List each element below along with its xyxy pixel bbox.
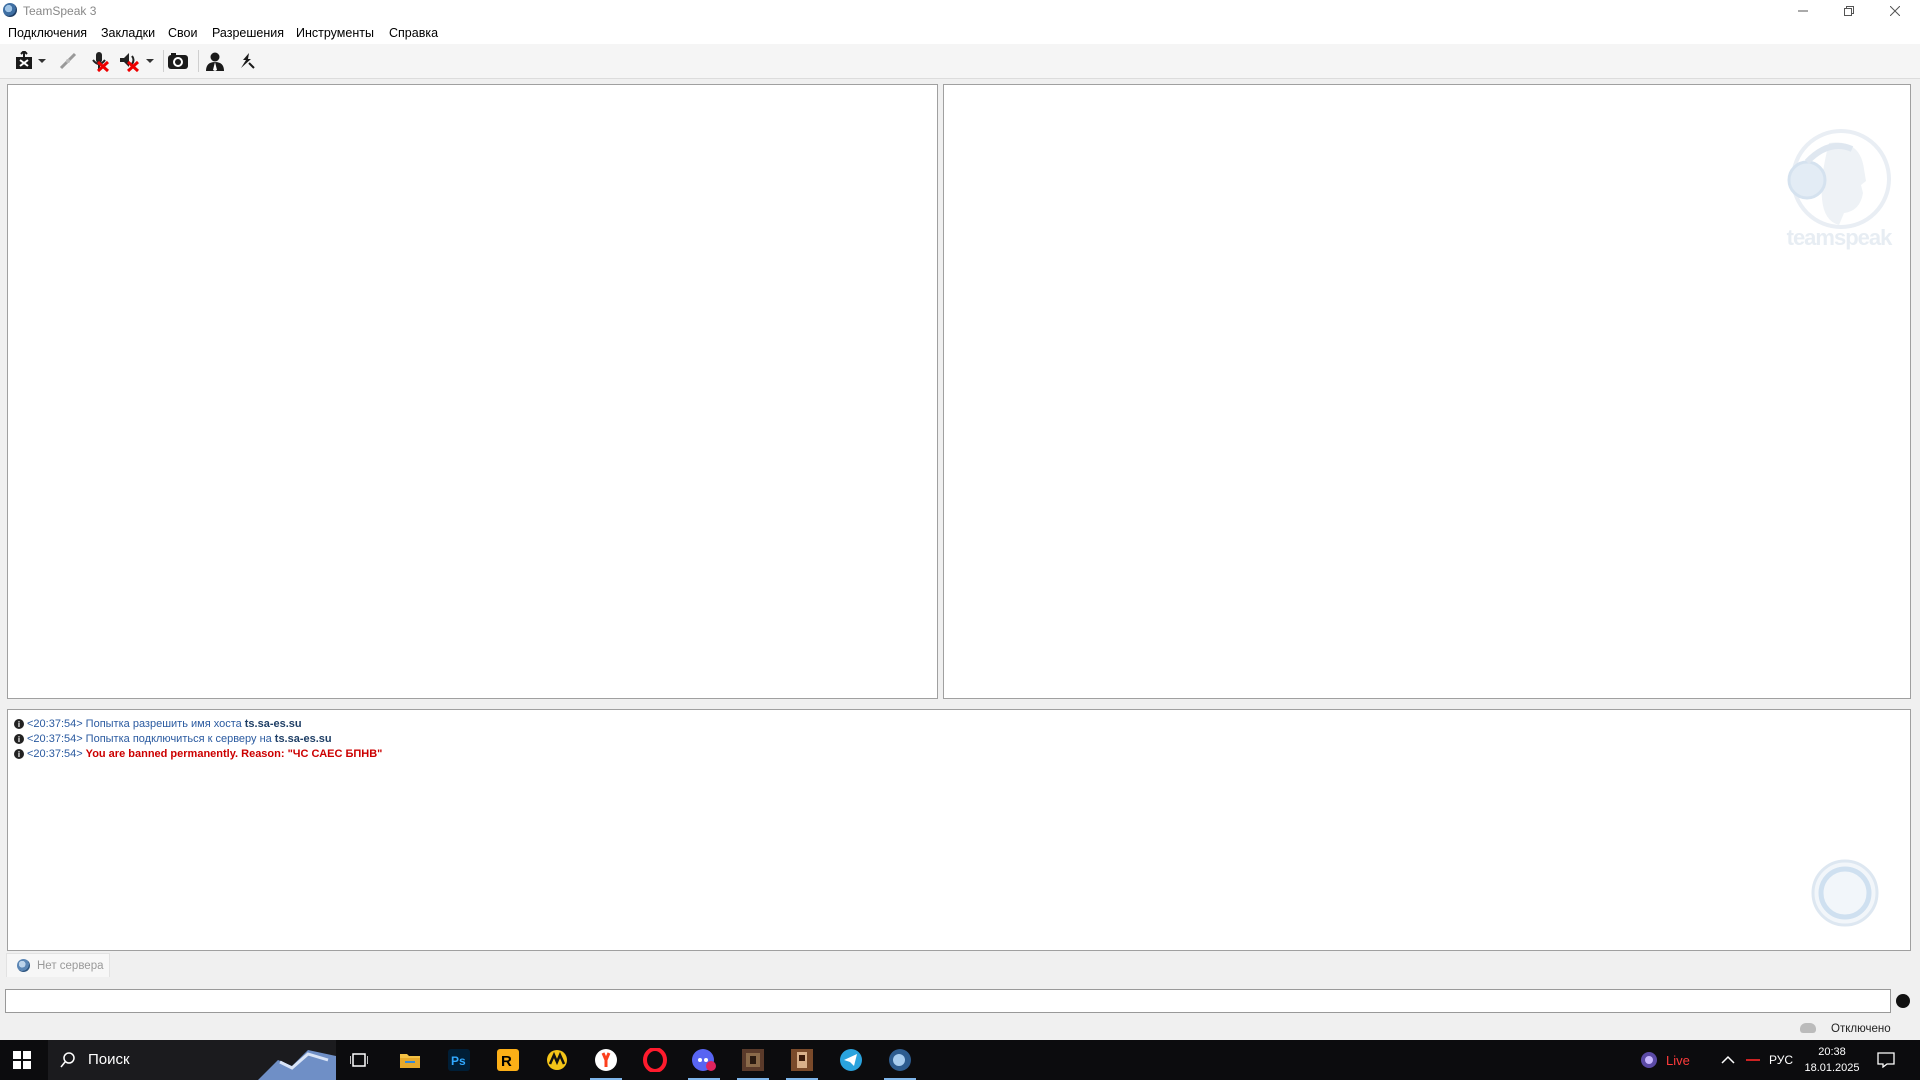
start-icon[interactable] bbox=[0, 1040, 44, 1080]
photoshop-icon[interactable]: Ps bbox=[437, 1040, 481, 1080]
teamspeak-icon[interactable] bbox=[878, 1040, 922, 1080]
loading-spinner-icon bbox=[1810, 858, 1880, 928]
channel-tree-panel[interactable] bbox=[7, 84, 938, 699]
emoticon-icon[interactable] bbox=[1896, 994, 1910, 1008]
teamspeak-watermark-logo: teamspeak bbox=[1784, 129, 1894, 250]
svg-text:Ps: Ps bbox=[451, 1054, 466, 1068]
task-view-icon[interactable] bbox=[337, 1040, 381, 1080]
teamspeak-tab-icon bbox=[17, 959, 30, 972]
search-icon bbox=[60, 1052, 75, 1068]
connect-dropdown-icon[interactable] bbox=[37, 50, 47, 72]
discord-icon[interactable] bbox=[682, 1040, 726, 1080]
server-tab[interactable]: Нет сервера bbox=[6, 953, 110, 977]
rockstar-icon[interactable]: R bbox=[486, 1040, 530, 1080]
menu-bar: Подключения Закладки Свои Разрешения Инс… bbox=[0, 22, 1920, 44]
game-icon[interactable] bbox=[535, 1040, 579, 1080]
log-timestamp: <20:37:54> bbox=[27, 748, 83, 760]
menu-permissions[interactable]: Разрешения bbox=[212, 26, 284, 40]
subscribe-icon[interactable] bbox=[236, 50, 258, 72]
connection-status: Отключено bbox=[1831, 1023, 1891, 1035]
live-tray-item[interactable]: Live bbox=[1640, 1040, 1690, 1080]
opera-icon[interactable] bbox=[633, 1040, 677, 1080]
mute-mic-icon[interactable] bbox=[88, 50, 110, 72]
telegram-icon[interactable] bbox=[829, 1040, 873, 1080]
watermark-text: teamspeak bbox=[1786, 225, 1893, 250]
tray-overflow-icon[interactable] bbox=[1721, 1040, 1735, 1080]
svg-text:R: R bbox=[501, 1053, 512, 1070]
cloud-icon bbox=[1800, 1023, 1816, 1033]
yandex-browser-icon[interactable] bbox=[584, 1040, 628, 1080]
menu-tools[interactable]: Инструменты bbox=[296, 26, 374, 40]
title-bar: TeamSpeak 3 bbox=[0, 0, 1920, 22]
toolbar-separator bbox=[163, 50, 164, 72]
away-icon[interactable] bbox=[167, 50, 189, 72]
log-line: i <20:37:54> Попытка разрешить имя хоста… bbox=[14, 717, 302, 731]
game-app-icon[interactable] bbox=[731, 1040, 775, 1080]
taskbar-search[interactable]: Поиск bbox=[48, 1040, 336, 1080]
menu-help[interactable]: Справка bbox=[389, 26, 438, 40]
log-message: Попытка подключиться к серверу на bbox=[85, 733, 272, 745]
log-host-link[interactable]: ts.sa-es.su bbox=[275, 733, 332, 745]
tray-app-icon[interactable] bbox=[1746, 1040, 1760, 1080]
minimize-button[interactable] bbox=[1780, 0, 1826, 22]
server-log-panel[interactable]: i <20:37:54> Попытка разрешить имя хоста… bbox=[7, 709, 1911, 951]
info-icon: i bbox=[14, 719, 24, 729]
search-label: Поиск bbox=[88, 1051, 130, 1068]
chat-input[interactable] bbox=[5, 989, 1891, 1013]
notifications-icon[interactable] bbox=[1877, 1040, 1895, 1080]
clock-date: 18.01.2025 bbox=[1804, 1062, 1860, 1074]
menu-connections[interactable]: Подключения bbox=[8, 26, 87, 40]
teamspeak-app-icon bbox=[3, 3, 17, 17]
search-highlight-image bbox=[258, 1050, 336, 1080]
toolbar-separator bbox=[198, 50, 199, 72]
log-host-link[interactable]: ts.sa-es.su bbox=[245, 718, 302, 730]
log-timestamp: <20:37:54> bbox=[27, 718, 83, 730]
live-icon bbox=[1641, 1052, 1657, 1068]
contacts-icon[interactable] bbox=[204, 50, 226, 72]
mute-speaker-icon[interactable] bbox=[118, 50, 140, 72]
menu-bookmarks[interactable]: Закладки bbox=[101, 26, 155, 40]
info-panel: teamspeak bbox=[943, 84, 1911, 699]
log-message: Попытка разрешить имя хоста bbox=[85, 718, 242, 730]
window-title: TeamSpeak 3 bbox=[23, 4, 97, 18]
file-explorer-icon[interactable] bbox=[388, 1040, 432, 1080]
language-indicator[interactable]: РУС bbox=[1769, 1040, 1793, 1080]
restore-button[interactable] bbox=[1826, 0, 1872, 22]
live-label: Live bbox=[1666, 1052, 1690, 1068]
status-bar: Отключено bbox=[0, 1019, 1920, 1040]
speaker-dropdown-icon[interactable] bbox=[145, 50, 155, 72]
info-icon: i bbox=[14, 734, 24, 744]
toolbar bbox=[0, 44, 1920, 79]
server-tab-label: Нет сервера bbox=[37, 960, 104, 972]
taskbar: Поиск Ps R Live РУС 20:38 18.01.2025 bbox=[0, 1040, 1920, 1080]
log-ban-message: You are banned permanently. Reason: "ЧС … bbox=[85, 748, 383, 760]
clock-time: 20:38 bbox=[1818, 1046, 1846, 1058]
game-app2-icon[interactable] bbox=[780, 1040, 824, 1080]
log-line: i <20:37:54> Попытка подключиться к серв… bbox=[14, 732, 332, 746]
info-icon: i bbox=[14, 749, 24, 759]
disconnect-icon[interactable] bbox=[57, 50, 79, 72]
connect-icon[interactable] bbox=[13, 50, 35, 72]
log-timestamp: <20:37:54> bbox=[27, 733, 83, 745]
clock[interactable]: 20:38 18.01.2025 bbox=[1804, 1040, 1860, 1080]
menu-self[interactable]: Свои bbox=[168, 26, 197, 40]
close-button[interactable] bbox=[1872, 0, 1918, 22]
log-line: i <20:37:54> You are banned permanently.… bbox=[14, 747, 382, 761]
